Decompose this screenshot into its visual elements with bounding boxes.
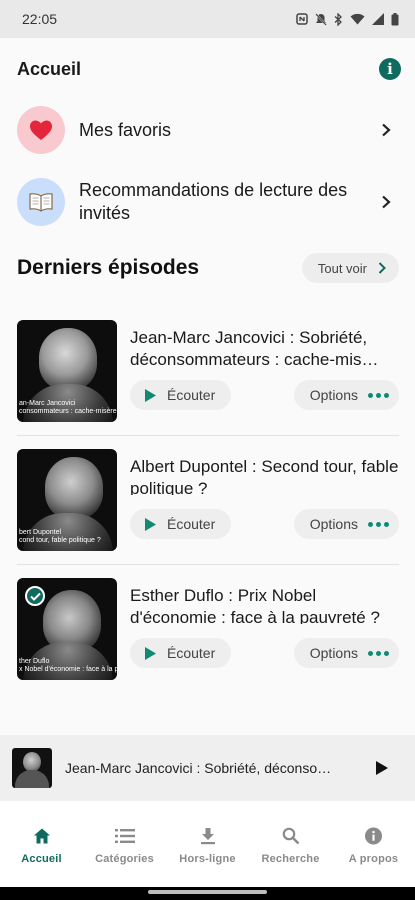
- search-icon: [282, 827, 299, 845]
- mini-player-thumbnail: [12, 748, 52, 788]
- thumbnail-caption: bert Dupontel cond tour, fable politique…: [19, 529, 101, 544]
- more-dots-icon: [368, 521, 389, 527]
- download-icon: [200, 828, 215, 845]
- tab-about-label: A propos: [348, 853, 399, 865]
- options-label: Options: [309, 645, 358, 661]
- portrait-body: [15, 770, 49, 788]
- more-dots-icon: [368, 650, 389, 656]
- home-indicator: [0, 887, 415, 900]
- heart-icon: [30, 120, 52, 140]
- nfc-icon: [296, 13, 308, 25]
- chevron-right-icon: [378, 262, 386, 274]
- listen-button[interactable]: Écouter: [130, 509, 232, 539]
- info-icon: [364, 827, 383, 845]
- list-icon: [114, 829, 135, 843]
- episode-item[interactable]: ther Duflo x Nobel d'économie : face à l…: [17, 578, 399, 682]
- app-bar: Accueil i: [0, 38, 415, 100]
- bottom-nav: Accueil Catégories Hors-ligne Recherche …: [0, 801, 415, 887]
- tab-offline-label: Hors-ligne: [179, 853, 236, 865]
- listen-label: Écouter: [167, 645, 216, 661]
- episode-main: Esther Duflo : Prix Nobel d'économie : f…: [130, 578, 399, 682]
- thumbnail-caption: ther Duflo x Nobel d'économie : face à l…: [19, 658, 117, 673]
- play-icon[interactable]: [375, 760, 389, 776]
- listen-label: Écouter: [167, 516, 216, 532]
- mute-icon: [315, 12, 327, 26]
- listened-check-icon: [25, 586, 45, 606]
- divider: [17, 435, 399, 436]
- portrait-face: [45, 457, 103, 519]
- more-dots-icon: [368, 392, 389, 398]
- favorites-label: Mes favoris: [79, 119, 172, 140]
- wifi-icon: [350, 13, 365, 25]
- episode-title: Esther Duflo : Prix Nobel d'économie : f…: [130, 586, 380, 624]
- portrait-face: [39, 328, 97, 390]
- bluetooth-icon: [334, 12, 342, 26]
- episode-item[interactable]: bert Dupontel cond tour, fable politique…: [17, 449, 399, 553]
- options-label: Options: [309, 387, 358, 403]
- episode-thumbnail: ther Duflo x Nobel d'économie : face à l…: [17, 578, 117, 680]
- info-icon[interactable]: i: [379, 58, 401, 80]
- options-label: Options: [309, 516, 358, 532]
- latest-episodes-title: Derniers épisodes: [17, 256, 200, 279]
- listen-label: Écouter: [167, 387, 216, 403]
- episode-thumbnail: an-Marc Jancovici consommateurs : cache-…: [17, 320, 117, 422]
- status-time: 22:05: [22, 11, 58, 27]
- home-indicator-bar[interactable]: [148, 890, 267, 894]
- battery-icon: [391, 12, 399, 25]
- episode-main: Albert Dupontel : Second tour, fable pol…: [130, 449, 399, 553]
- favorites-row[interactable]: Mes favoris: [0, 100, 415, 160]
- mini-player-title: Jean-Marc Jancovici : Sobriété, déconso…: [65, 760, 332, 776]
- latest-episodes-header: Derniers épisodes Tout voir: [0, 244, 415, 292]
- play-icon: [145, 517, 156, 531]
- play-icon: [145, 388, 156, 402]
- options-button[interactable]: Options: [293, 638, 399, 668]
- portrait-face: [23, 752, 41, 772]
- episode-title: Albert Dupontel : Second tour, fable pol…: [130, 457, 399, 495]
- episode-item[interactable]: an-Marc Jancovici consommateurs : cache-…: [17, 320, 399, 424]
- tab-search-label: Recherche: [261, 853, 320, 865]
- episode-main: Jean-Marc Jancovici : Sobriété, déconsom…: [130, 320, 399, 424]
- listen-button[interactable]: Écouter: [130, 380, 232, 410]
- recommendations-circle: [17, 178, 65, 226]
- tab-categories-label: Catégories: [95, 853, 154, 865]
- recommendations-label: Recommandations de lecture des invités: [79, 180, 348, 223]
- episode-thumbnail: bert Dupontel cond tour, fable politique…: [17, 449, 117, 551]
- mini-player[interactable]: Jean-Marc Jancovici : Sobriété, déconso…: [0, 735, 415, 801]
- tab-home[interactable]: Accueil: [0, 801, 83, 887]
- signal-icon: [372, 13, 384, 25]
- divider: [17, 564, 399, 565]
- thumbnail-caption: an-Marc Jancovici consommateurs : cache-…: [19, 400, 117, 415]
- tab-offline[interactable]: Hors-ligne: [166, 801, 249, 887]
- tab-search[interactable]: Recherche: [249, 801, 332, 887]
- listen-button[interactable]: Écouter: [130, 638, 232, 668]
- episode-title: Jean-Marc Jancovici : Sobriété, déconsom…: [130, 328, 379, 366]
- tab-categories[interactable]: Catégories: [83, 801, 166, 887]
- status-bar: 22:05: [0, 0, 415, 38]
- tab-home-label: Accueil: [21, 853, 62, 865]
- options-button[interactable]: Options: [293, 380, 399, 410]
- see-all-button[interactable]: Tout voir: [301, 253, 399, 283]
- see-all-label: Tout voir: [317, 260, 367, 276]
- home-icon: [33, 828, 50, 844]
- status-icons: [296, 12, 399, 26]
- recommendations-row[interactable]: Recommandations de lecture des invités: [0, 172, 415, 232]
- page-title: Accueil: [17, 58, 82, 79]
- episode-actions: Écouter Options: [130, 380, 399, 410]
- chevron-right-icon: [382, 195, 391, 209]
- app-content: Accueil i Mes favoris Recommandations de…: [0, 38, 415, 735]
- play-icon: [145, 646, 156, 660]
- tab-about[interactable]: A propos: [332, 801, 415, 887]
- episode-actions: Écouter Options: [130, 638, 399, 668]
- chevron-right-icon: [382, 123, 391, 137]
- book-icon: [29, 193, 53, 212]
- options-button[interactable]: Options: [293, 509, 399, 539]
- favorites-circle: [17, 106, 65, 154]
- episode-actions: Écouter Options: [130, 509, 399, 539]
